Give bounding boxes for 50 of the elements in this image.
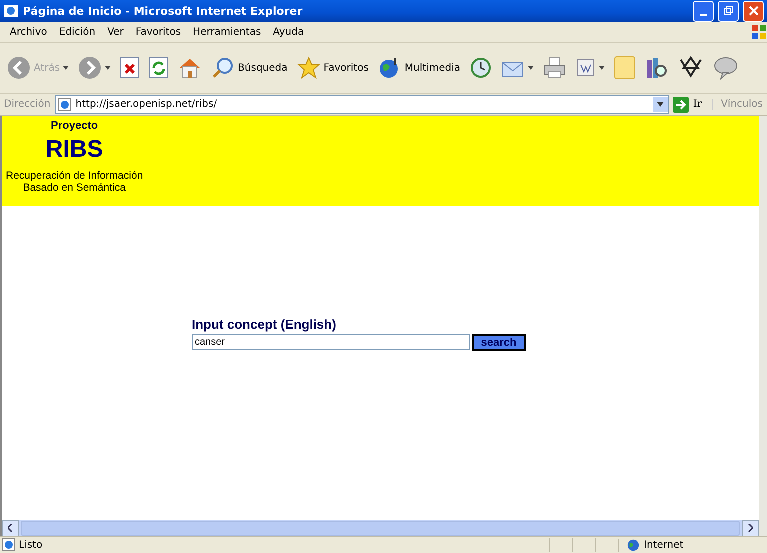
restore-icon [724,6,734,16]
menu-item[interactable]: Favoritos [130,26,188,38]
printer-icon [542,57,567,79]
books-icon [644,56,669,80]
caret-icon[interactable] [528,66,534,70]
subtitle: Recuperación de Información [6,170,144,182]
menu-item[interactable]: Ver [102,26,130,38]
refresh-icon [149,57,170,79]
house-icon [178,57,202,79]
toolbar-button[interactable]: Multimedia [374,54,464,82]
horizontal-scrollbar[interactable] [2,520,759,536]
concept-label: Input concept (English) [192,317,338,332]
magnifier-icon [211,56,236,80]
status-text: Listo [19,540,43,550]
address-label: Dirección [4,99,51,110]
restore-button[interactable] [718,0,739,22]
stop-icon [120,57,140,79]
menu-item[interactable]: Ayuda [267,26,310,38]
dropdown-button[interactable] [653,97,668,112]
subtitle: Basado en Semántica [23,182,126,194]
star-icon [296,56,321,80]
go-button[interactable]: Ir [673,96,702,112]
zone-text: Internet [644,540,684,550]
toolbar-button[interactable]: Búsqueda [208,54,291,82]
globe-icon [627,538,640,552]
search-button[interactable]: search [472,334,526,351]
caret-icon[interactable] [598,66,605,70]
speech-bubble-icon [712,56,739,80]
menu-item[interactable]: Edición [53,26,102,38]
clock-icon [470,57,492,79]
concept-field[interactable]: canser [192,334,470,350]
close-button[interactable] [743,0,764,22]
note-icon [614,56,636,80]
menu-item[interactable]: Archivo [4,26,54,38]
project-label: Proyecto [51,120,98,132]
page-icon [58,98,72,112]
browser-page-icon [3,3,19,19]
minimize-icon [700,14,707,16]
close-icon [748,6,758,16]
document-icon [576,58,596,78]
menu-item[interactable]: Herramientas [187,26,268,38]
toolbar-button[interactable]: Favoritos [294,54,372,82]
minimize-button[interactable] [693,0,714,22]
address-field[interactable]: http://jsaer.openisp.net/ribs/ [54,95,670,114]
right-arrow-icon [673,96,690,112]
windows-logo-icon [751,24,767,40]
site-title: RIBS [46,136,104,164]
page-icon [2,538,16,552]
window-title: Página de Inicio - Microsoft Internet Explorer [23,4,304,18]
caret-icon [657,102,664,107]
